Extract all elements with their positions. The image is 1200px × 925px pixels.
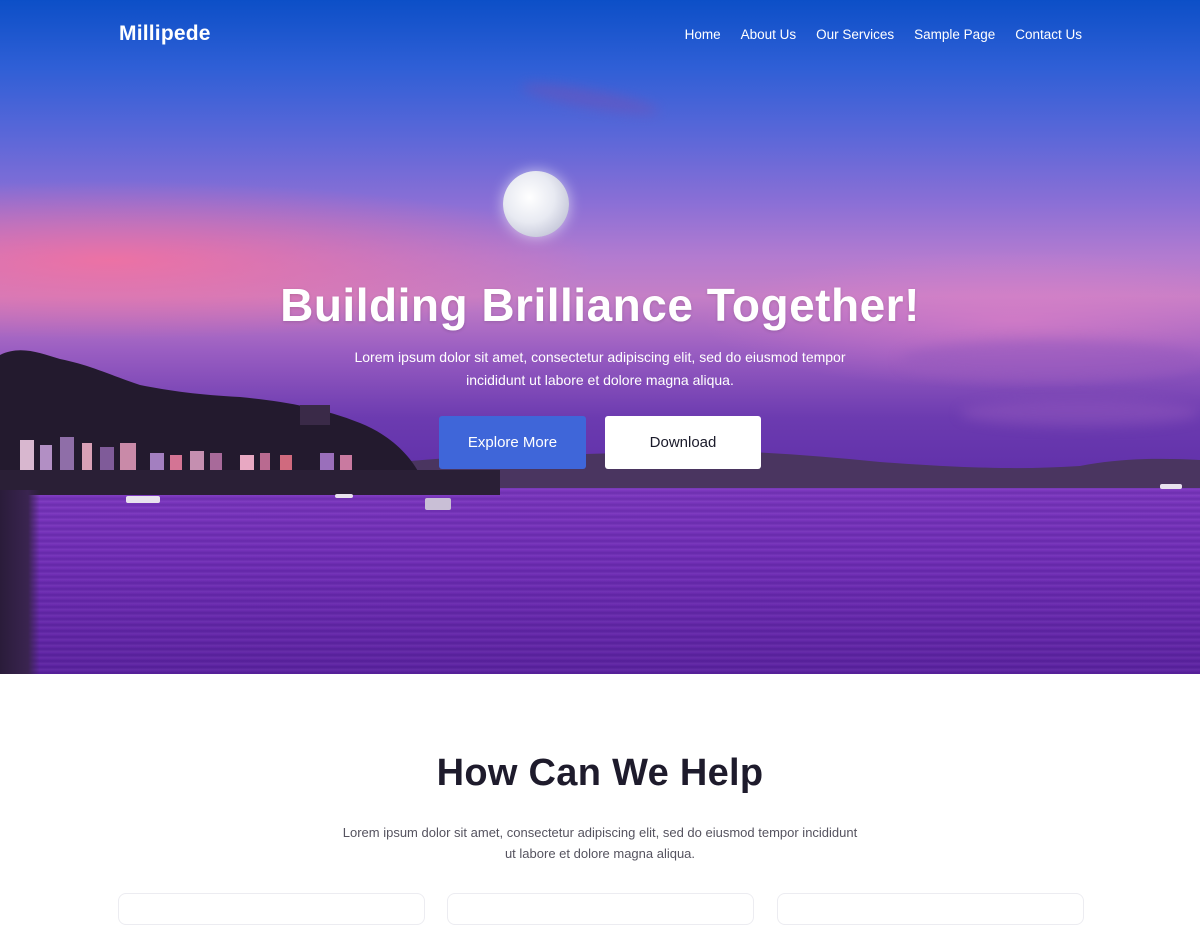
section-subtitle-line-2: ut labore et dolore magna aliqua. xyxy=(504,846,696,861)
service-card xyxy=(777,893,1084,925)
hero-subtitle: Lorem ipsum dolor sit amet, consectetur … xyxy=(330,346,870,392)
water-ripples xyxy=(0,478,1200,674)
cloud xyxy=(519,77,661,121)
site-logo[interactable]: Millipede xyxy=(119,22,211,46)
main-nav: Home About Us Our Services Sample Page C… xyxy=(685,27,1082,42)
explore-more-button[interactable]: Explore More xyxy=(439,416,586,469)
download-button[interactable]: Download xyxy=(605,416,761,469)
hero-subtitle-line-1: Lorem ipsum dolor sit amet, consectetur … xyxy=(354,349,846,365)
nav-home[interactable]: Home xyxy=(685,27,721,42)
cloud xyxy=(900,340,1200,380)
section-title: How Can We Help xyxy=(436,752,764,794)
nav-sample-page[interactable]: Sample Page xyxy=(914,27,995,42)
boat xyxy=(425,498,451,510)
foreground-rocks xyxy=(0,490,40,674)
nav-about-us[interactable]: About Us xyxy=(741,27,797,42)
boat xyxy=(126,496,160,503)
hero-subtitle-line-2: incididunt ut labore et dolore magna ali… xyxy=(466,372,734,388)
boat xyxy=(1160,484,1182,489)
boat xyxy=(335,494,353,498)
section-subtitle: Lorem ipsum dolor sit amet, consectetur … xyxy=(330,822,870,864)
service-card xyxy=(447,893,754,925)
hero-section xyxy=(0,0,1200,674)
section-subtitle-line-1: Lorem ipsum dolor sit amet, consectetur … xyxy=(342,825,858,840)
nav-contact-us[interactable]: Contact Us xyxy=(1015,27,1082,42)
moon-image xyxy=(503,171,569,237)
hero-title: Building Brilliance Together! xyxy=(280,279,920,331)
nav-our-services[interactable]: Our Services xyxy=(816,27,894,42)
cloud xyxy=(960,400,1200,426)
service-card xyxy=(118,893,425,925)
